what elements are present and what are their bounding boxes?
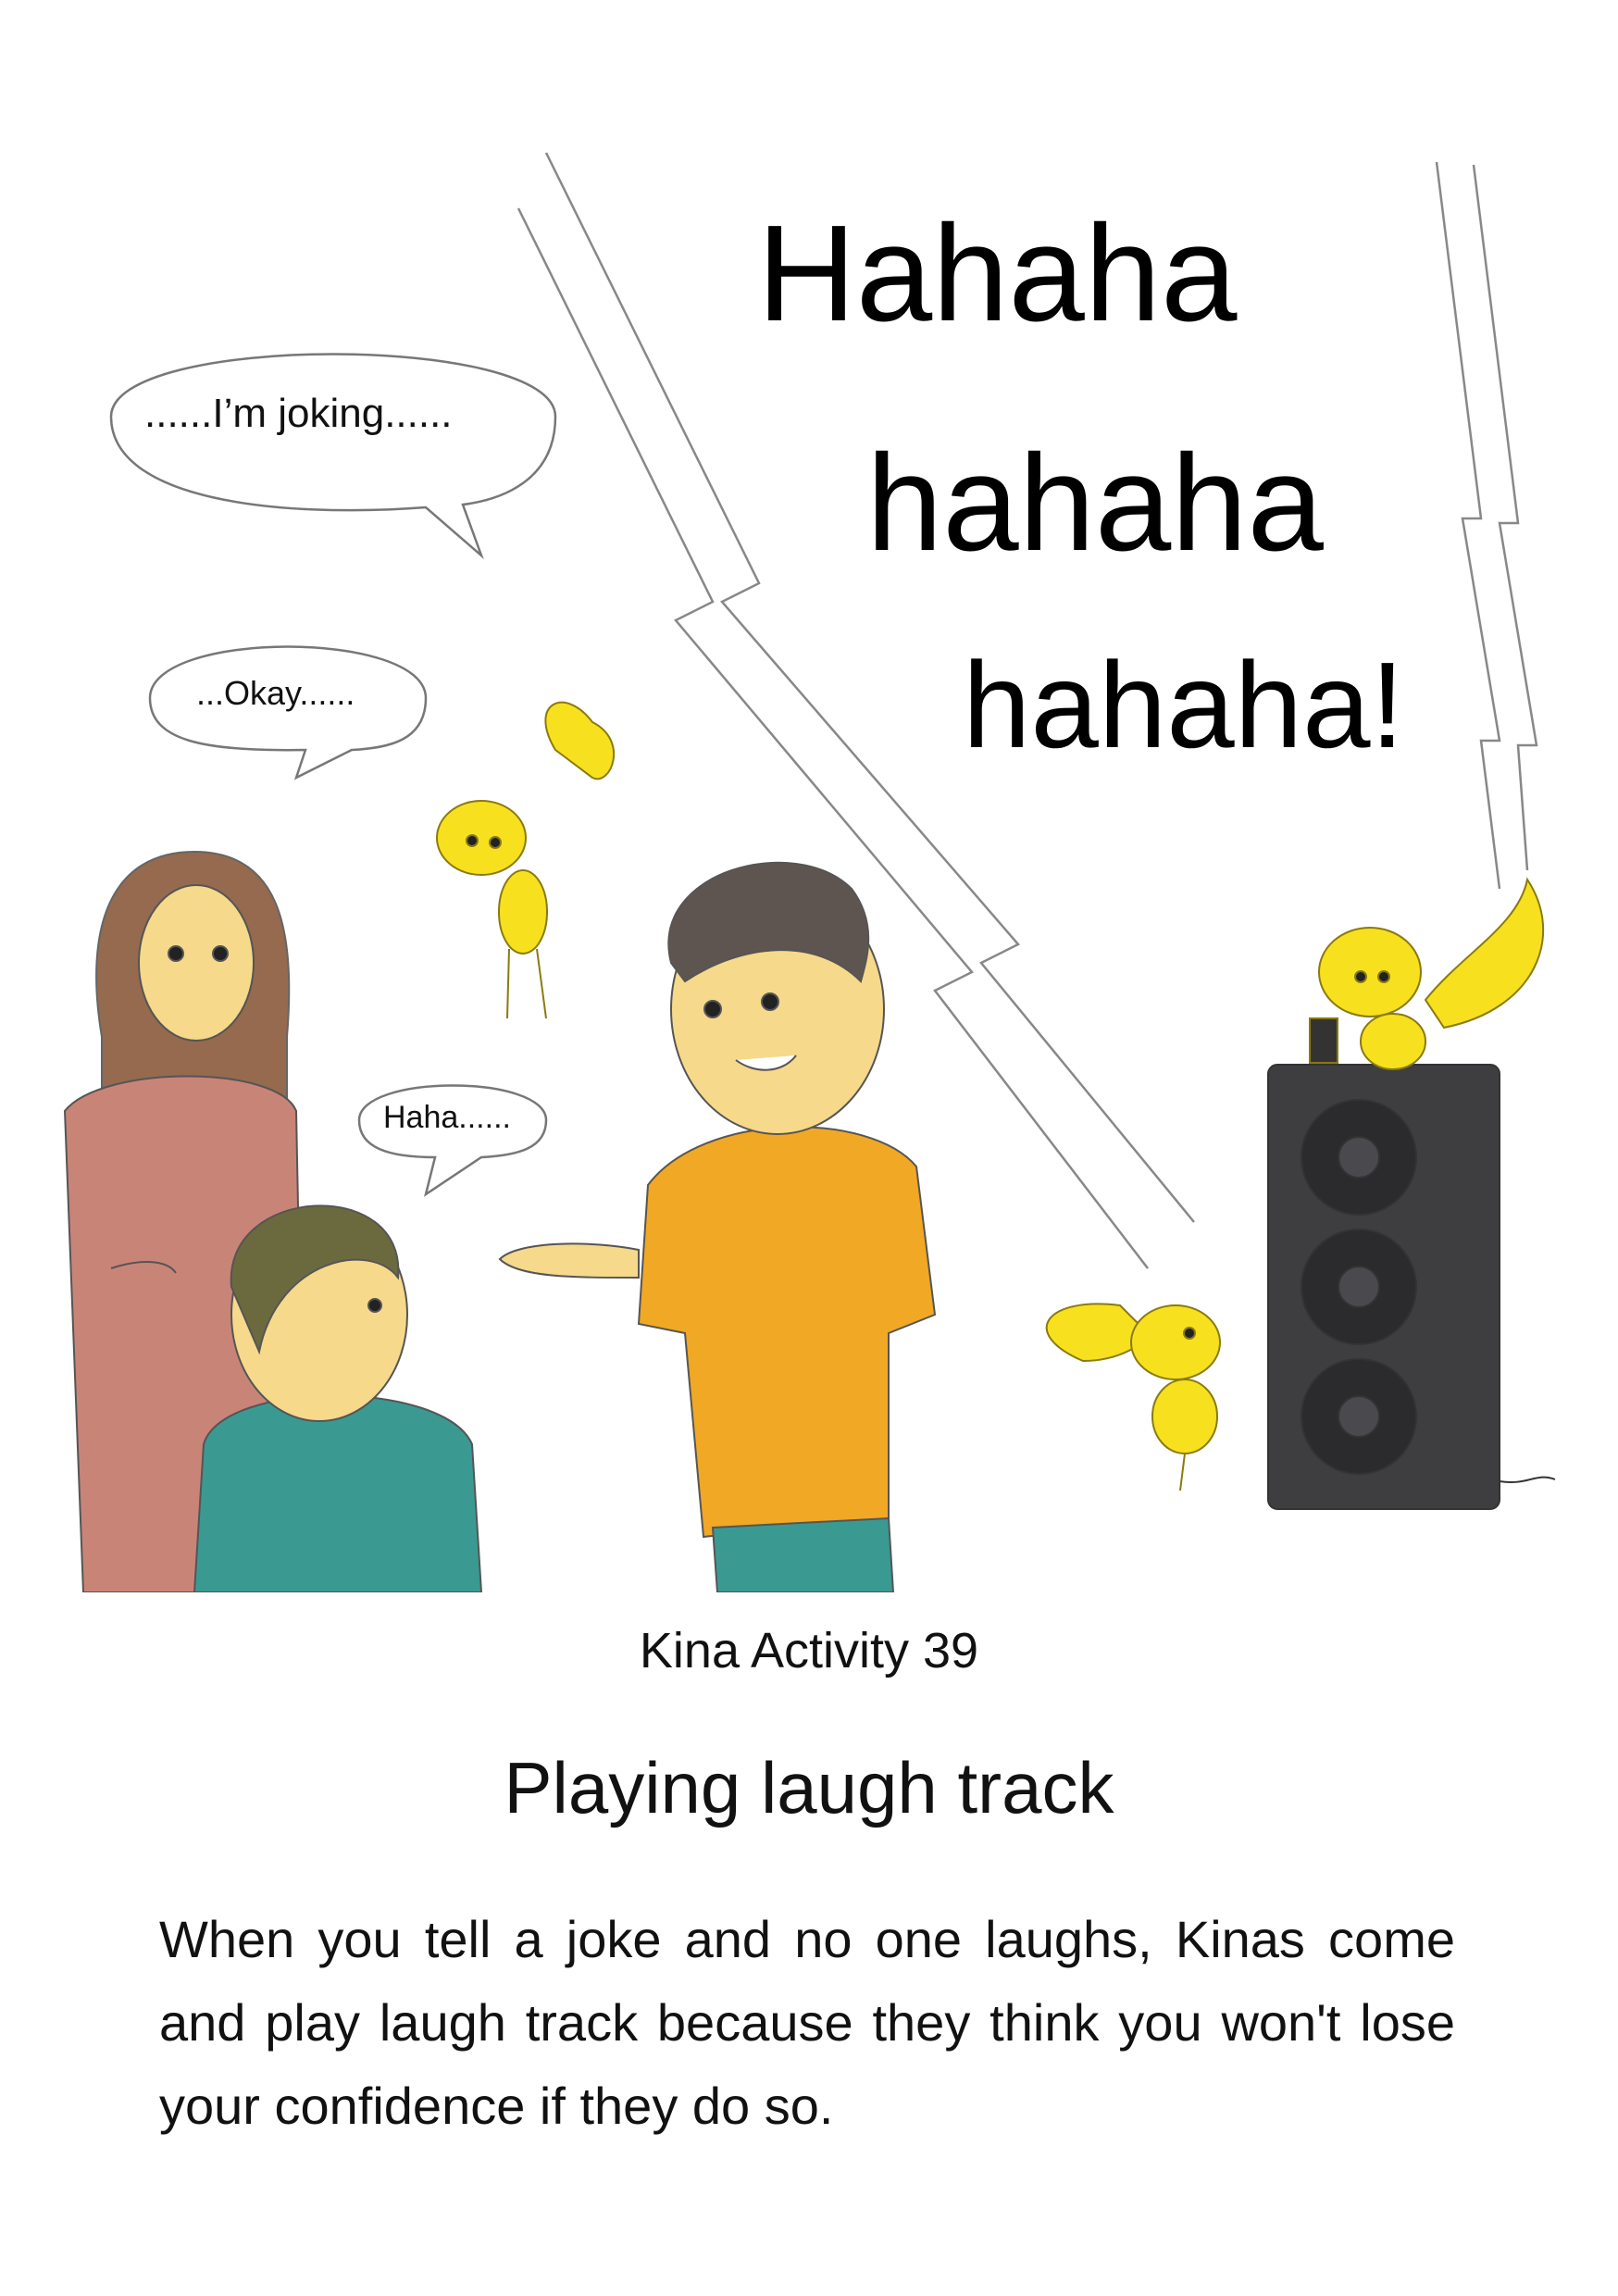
speech-text-father: ......I’m joking...... (144, 391, 453, 436)
speech-text-mother: ...Okay...... (196, 674, 355, 712)
speaker-figure (1267, 1064, 1556, 1510)
laugh-track-line-1: Hahaha (757, 197, 1238, 350)
laugh-track-line-2: hahaha (866, 427, 1324, 580)
comic-page: Hahaha hahaha hahaha! ......I’m joking..… (0, 0, 1618, 2296)
speech-text-child: Haha...... (383, 1100, 511, 1135)
activity-description: When you tell a joke and no one laughs, … (159, 1910, 1455, 2135)
kina-touching-speaker (1045, 1303, 1221, 1491)
activity-number: Kina Activity 39 (639, 1623, 979, 1678)
speech-bubble-father (109, 353, 557, 560)
activity-title: Playing laugh track (504, 1747, 1114, 1828)
father-figure (498, 861, 937, 1592)
kina-flying (436, 701, 615, 1019)
laugh-track-line-3: hahaha! (963, 637, 1405, 773)
kina-on-speaker (1309, 877, 1545, 1070)
